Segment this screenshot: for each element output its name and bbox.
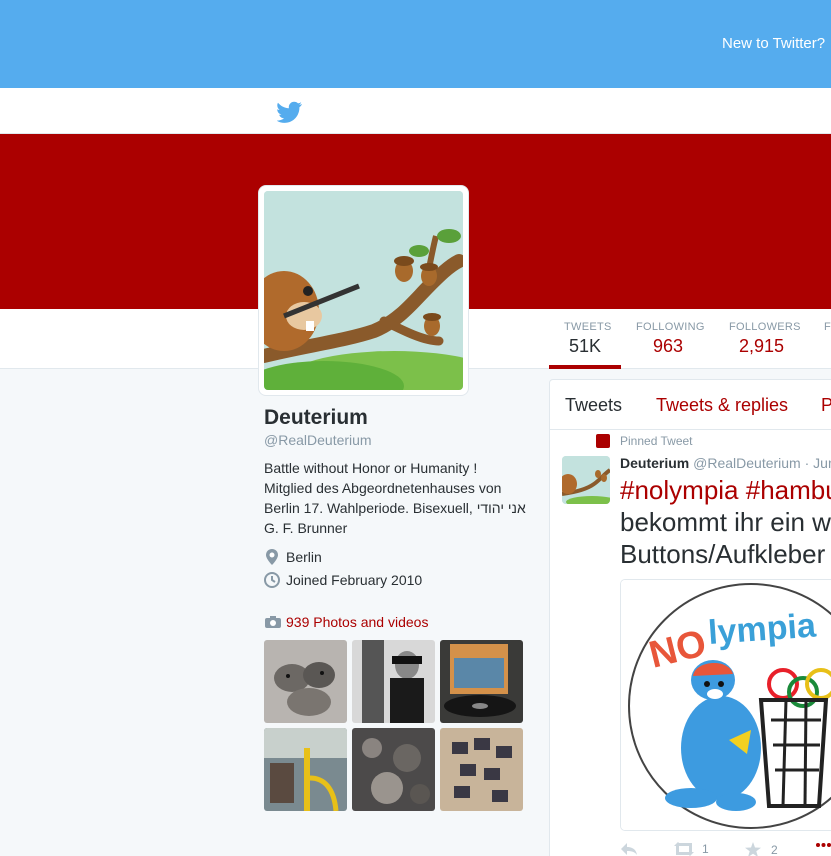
tweet-header: Deuterium @RealDeuterium · Jun — [620, 455, 831, 471]
reply-icon — [621, 843, 637, 855]
twitter-bird-icon[interactable] — [277, 101, 303, 123]
profile-location-text: Berlin — [286, 549, 322, 565]
nav-bar — [0, 88, 831, 134]
reply-button[interactable] — [620, 842, 638, 856]
photo-thumbnail[interactable] — [352, 728, 435, 811]
photos-videos-link[interactable]: 939 Photos and videos — [264, 614, 428, 630]
photo-thumbnail[interactable] — [440, 640, 523, 723]
stat-following-label: FOLLOWING — [636, 321, 705, 333]
profile-avatar[interactable] — [258, 185, 469, 396]
tweet-text-line-1: #nolympia #hambu — [620, 475, 831, 506]
beaver-cartoon-image — [264, 191, 463, 390]
profile-handle[interactable]: @RealDeuterium — [264, 432, 372, 448]
stat-favorites-label: F — [824, 321, 831, 333]
favorite-count: 2 — [771, 842, 778, 856]
stat-tweets-value: 51K — [569, 336, 602, 356]
more-dots-icon — [816, 843, 831, 847]
tweet-author-name[interactable]: Deuterium — [620, 455, 689, 471]
camera-icon — [265, 616, 281, 628]
stat-tweets-label: TWEETS — [564, 321, 612, 333]
pinned-text: Pinned Tweet — [620, 434, 693, 448]
profile-location: Berlin — [264, 548, 322, 566]
stat-followers[interactable]: FOLLOWERS 2,915 — [729, 321, 801, 357]
avatar-image — [264, 191, 463, 390]
tab-photos[interactable]: P — [821, 395, 831, 416]
active-stat-underline — [549, 365, 621, 369]
stat-tweets[interactable]: TWEETS 51K — [564, 321, 612, 357]
calendar-clock-icon — [264, 572, 280, 588]
pin-icon — [596, 434, 610, 448]
favorite-button[interactable]: 2 — [745, 842, 778, 856]
tab-tweets[interactable]: Tweets — [565, 395, 622, 416]
retweet-icon — [674, 842, 694, 856]
more-button[interactable] — [816, 842, 831, 848]
stat-following[interactable]: FOLLOWING 963 — [636, 321, 705, 357]
tweet-text-line-3: Buttons/Aufkleber — [620, 539, 826, 569]
retweet-count: 1 — [702, 842, 709, 856]
tweet-author-handle[interactable]: @RealDeuterium — [693, 455, 801, 471]
hashtag-link[interactable]: #nolympia — [620, 475, 739, 505]
location-pin-icon — [266, 549, 278, 565]
star-icon — [745, 842, 761, 856]
tweet-date[interactable]: · Jun — [805, 455, 831, 471]
stat-followers-label: FOLLOWERS — [729, 321, 801, 333]
photos-videos-label: 939 Photos and videos — [286, 614, 429, 630]
photo-thumbnail[interactable] — [264, 728, 347, 811]
hashtag-link[interactable]: #hambu — [746, 475, 831, 505]
profile-bio: Battle without Honor or Humanity ! Mitgl… — [264, 460, 526, 536]
profile-joined: Joined February 2010 — [264, 571, 422, 589]
profile-joined-text: Joined February 2010 — [286, 572, 423, 588]
nolympia-logo-text: lympia — [707, 606, 818, 651]
stat-followers-value: 2,915 — [739, 336, 785, 356]
profile-name[interactable]: Deuterium — [264, 406, 368, 430]
tab-tweets-replies[interactable]: Tweets & replies — [656, 395, 788, 416]
top-bar: New to Twitter? — [0, 0, 831, 88]
photo-thumbnail[interactable] — [264, 640, 347, 723]
tweet-text-line-2: bekommt ihr ein w — [620, 507, 831, 537]
tweet-media-image[interactable]: NO lympia — [620, 579, 831, 831]
pinned-tweet-label: Pinned Tweet — [596, 434, 693, 448]
photo-thumbnail[interactable] — [440, 728, 523, 811]
stat-favorites[interactable]: F — [824, 321, 831, 333]
tweet-author-avatar[interactable] — [562, 456, 610, 504]
stat-following-value: 963 — [653, 336, 684, 356]
new-to-twitter-link[interactable]: New to Twitter? — [722, 35, 825, 52]
retweet-button[interactable]: 1 — [672, 842, 709, 856]
timeline-tabs: Tweets Tweets & replies P — [550, 380, 831, 430]
photo-thumbnail[interactable] — [352, 640, 435, 723]
